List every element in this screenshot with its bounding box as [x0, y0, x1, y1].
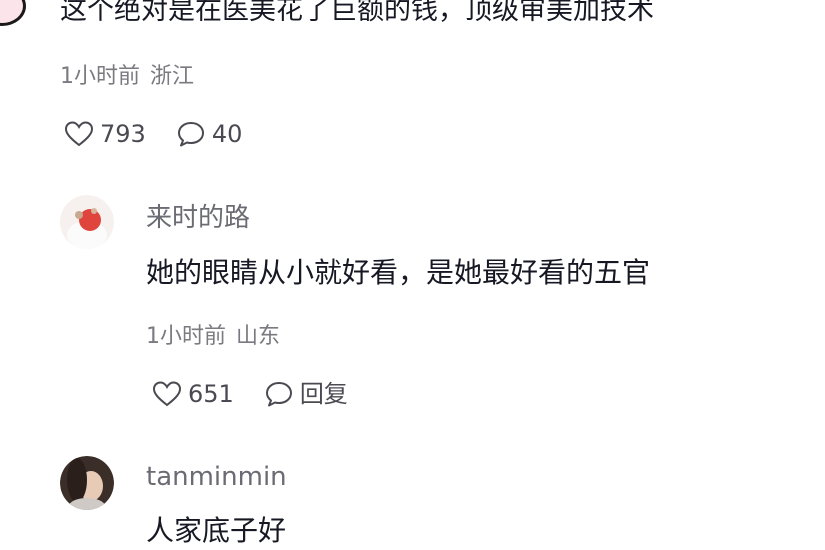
reply-location: 山东 — [236, 324, 281, 349]
avatar[interactable] — [0, 0, 26, 26]
like-button[interactable]: 651 — [152, 377, 234, 411]
like-count: 651 — [188, 380, 234, 408]
comment-text: 这个绝对是在医美花了巨额的钱，顶级审美加技术 — [60, 0, 654, 26]
comment-time: 1小时前 — [60, 64, 140, 89]
username[interactable]: tanminmin — [146, 460, 287, 494]
comment-actions: 793 40 — [64, 117, 242, 151]
username[interactable]: 来时的路 — [146, 201, 250, 235]
comment-bubble-icon — [264, 380, 294, 408]
like-count: 793 — [100, 120, 146, 148]
reply-text: 人家底子好 — [146, 514, 287, 547]
reply-text: 她的眼睛从小就好看，是她最好看的五官 — [146, 256, 651, 289]
like-button[interactable]: 793 — [64, 117, 146, 151]
avatar[interactable] — [60, 456, 114, 510]
reply-label: 回复 — [299, 380, 348, 408]
reply-actions: 651 回复 — [152, 377, 348, 411]
heart-icon — [64, 120, 94, 148]
comment-meta: 1小时前 浙江 — [60, 62, 194, 92]
reply-count: 40 — [211, 120, 243, 148]
reply-button[interactable]: 回复 — [264, 377, 348, 411]
reply-time: 1小时前 — [146, 324, 226, 349]
comment-location: 浙江 — [150, 64, 195, 89]
comment-bubble-icon — [176, 120, 206, 148]
reply-meta: 1小时前 山东 — [146, 322, 280, 352]
reply-button[interactable]: 40 — [176, 117, 243, 151]
heart-icon — [152, 380, 182, 408]
avatar[interactable] — [60, 195, 114, 249]
